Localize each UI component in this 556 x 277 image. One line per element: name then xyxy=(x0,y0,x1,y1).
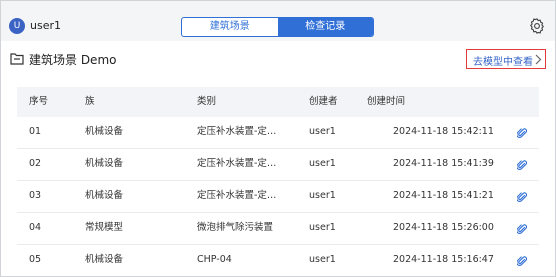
cell-time: 2024-11-18 15:41:21 xyxy=(393,190,494,201)
header-created-time: 创建时间 xyxy=(367,96,406,107)
table-row[interactable]: 03 机械设备 定压补水装置-定… user1 2024-11-18 15:41… xyxy=(17,181,539,213)
paperclip-icon[interactable] xyxy=(517,223,527,235)
cell-index: 05 xyxy=(29,254,42,265)
inspection-panel: U user1 建筑场景 检查记录 建筑场景 Demo 去模型中查看 序号 族 … xyxy=(0,0,556,277)
table-row[interactable]: 01 机械设备 定压补水装置-定… user1 2024-11-18 15:42… xyxy=(17,117,539,149)
table-header: 序号 族 类别 创建者 创建时间 xyxy=(17,87,539,117)
tab-building-scene[interactable]: 建筑场景 xyxy=(182,18,278,36)
cell-creator: user1 xyxy=(309,126,336,137)
table-row[interactable]: 02 机械设备 定压补水装置-定… user1 2024-11-18 15:41… xyxy=(17,149,539,181)
header-family: 族 xyxy=(85,96,95,107)
cell-index: 02 xyxy=(29,158,42,169)
top-bar: U user1 建筑场景 检查记录 xyxy=(1,1,555,41)
cell-family: 机械设备 xyxy=(85,158,124,169)
cell-category: 微泡排气除污装置 xyxy=(197,222,274,233)
cell-creator: user1 xyxy=(309,158,336,169)
paperclip-icon[interactable] xyxy=(517,159,527,171)
view-in-model-label: 去模型中查看 xyxy=(473,57,533,68)
cell-family: 机械设备 xyxy=(85,190,124,201)
tab-inspection-records[interactable]: 检查记录 xyxy=(277,18,373,36)
paperclip-icon[interactable] xyxy=(517,255,527,267)
cell-creator: user1 xyxy=(309,254,336,265)
cell-family: 机械设备 xyxy=(85,126,124,137)
cell-time: 2024-11-18 15:42:11 xyxy=(393,126,494,137)
cell-category: CHP-04 xyxy=(197,254,232,265)
scene-header: 建筑场景 Demo 去模型中查看 xyxy=(1,41,555,78)
cell-category: 定压补水装置-定… xyxy=(197,190,277,201)
table-row[interactable]: 05 机械设备 CHP-04 user1 2024-11-18 15:16:47 xyxy=(17,245,539,276)
cell-creator: user1 xyxy=(309,190,336,201)
table-row[interactable]: 04 常规模型 微泡排气除污装置 user1 2024-11-18 15:26:… xyxy=(17,213,539,245)
view-in-model-button[interactable]: 去模型中查看 xyxy=(466,49,546,69)
folder-icon xyxy=(10,53,24,65)
cell-index: 04 xyxy=(29,222,42,233)
header-index: 序号 xyxy=(29,96,49,107)
chevron-right-icon xyxy=(535,54,542,65)
header-creator: 创建者 xyxy=(309,96,338,107)
cell-time: 2024-11-18 15:16:47 xyxy=(393,254,494,265)
cell-category: 定压补水装置-定… xyxy=(197,158,277,169)
paperclip-icon[interactable] xyxy=(517,191,527,203)
scene-title: 建筑场景 Demo xyxy=(29,53,117,67)
cell-time: 2024-11-18 15:26:00 xyxy=(393,222,494,233)
cell-creator: user1 xyxy=(309,222,336,233)
avatar[interactable]: U xyxy=(9,18,25,34)
cell-family: 常规模型 xyxy=(85,222,124,233)
cell-index: 01 xyxy=(29,126,42,137)
cell-family: 机械设备 xyxy=(85,254,124,265)
gear-icon[interactable] xyxy=(528,17,546,35)
cell-category: 定压补水装置-定… xyxy=(197,126,277,137)
paperclip-icon[interactable] xyxy=(517,127,527,139)
cell-time: 2024-11-18 15:41:39 xyxy=(393,158,494,169)
cell-index: 03 xyxy=(29,190,42,201)
header-category: 类别 xyxy=(197,96,217,107)
view-tabs: 建筑场景 检查记录 xyxy=(181,17,374,37)
records-table: 序号 族 类别 创建者 创建时间 01 机械设备 定压补水装置-定… user1… xyxy=(17,87,539,276)
username: user1 xyxy=(30,19,61,32)
